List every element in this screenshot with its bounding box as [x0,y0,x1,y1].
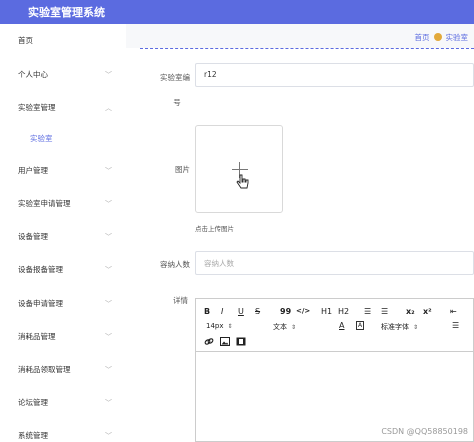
select-arrow-icon: ⇕ [227,323,233,330]
sidebar-item-consumables-pickup[interactable]: 消耗品领取管理 ﹀ [0,361,126,379]
subscript-button[interactable]: x₂ [406,307,415,316]
background-color-button[interactable]: A [356,321,365,330]
lab-number-input[interactable]: r12 [195,63,474,87]
sidebar-item-lab-application[interactable]: 实验室申请管理 ﹀ [0,195,126,213]
sidebar-item-label: 实验室 [30,134,53,143]
breadcrumb: 首页 实验室 [415,32,469,43]
sidebar-item-label: 首页 [18,36,33,45]
sidebar-item-system[interactable]: 系统管理 ﹀ [0,427,126,442]
video-icon[interactable] [236,337,246,346]
font-color-button[interactable]: A [339,321,344,330]
sidebar-item-equipment-management[interactable]: 设备管理 ﹀ [0,228,126,246]
chevron-down-icon: ﹀ [105,399,112,407]
outdent-button[interactable]: ⇤ [450,307,457,316]
upload-hint: 点击上传图片 [195,225,234,233]
capacity-input[interactable]: 容纳人数 [195,251,474,275]
font-size-select[interactable]: 14px ⇕ [206,322,233,330]
chevron-down-icon: ﹀ [105,432,112,440]
image-icon[interactable] [220,337,230,346]
lab-number-label: 实验室编 号 [140,72,190,108]
capacity-label: 容纳人数 [160,260,190,269]
sidebar-item-lab[interactable]: 实验室 [0,130,126,148]
sidebar-item-label: 实验室申请管理 [18,199,71,208]
code-button[interactable]: </> [296,307,310,315]
lab-number-value: r12 [204,70,217,79]
sidebar-item-lab-management[interactable]: 实验室管理 ︿ [0,99,126,117]
breadcrumb-current: 实验室 [445,33,469,42]
sidebar-item-personal-center[interactable]: 个人中心 ﹀ [0,66,126,84]
text-style-select[interactable]: 文本 ⇕ [273,322,296,332]
bold-button[interactable]: B [204,307,210,316]
dashed-divider [140,48,474,49]
lab-number-label-line1: 实验室编 [160,73,190,82]
select-arrow-icon: ⇕ [291,324,297,331]
italic-button[interactable]: I [221,307,223,316]
sidebar-item-label: 实验室管理 [18,103,56,112]
app-title: 实验室管理系统 [28,6,105,19]
sidebar-item-consumables[interactable]: 消耗品管理 ﹀ [0,328,126,346]
h1-button[interactable]: H1 [321,307,332,316]
chevron-down-icon: ﹀ [105,233,112,241]
link-icon[interactable] [204,337,214,346]
chevron-down-icon: ﹀ [105,71,112,79]
chevron-down-icon: ﹀ [105,266,112,274]
hand-cursor-icon [236,174,249,189]
h2-button[interactable]: H2 [338,307,349,316]
sidebar-item-label: 消耗品管理 [18,332,56,341]
chevron-down-icon: ﹀ [105,300,112,308]
sidebar-item-label: 系统管理 [18,431,48,440]
image-upload-box[interactable] [195,125,283,213]
rich-text-editor[interactable]: B I U S 99 </> H1 H2 ☰ ☰ x₂ x² ⇤ 14px ⇕ 文… [195,298,474,442]
sidebar-item-equipment-application[interactable]: 设备申请管理 ﹀ [0,295,126,313]
underline-button[interactable]: U [238,307,244,316]
text-style-value: 文本 [273,323,287,331]
sidebar-item-forum[interactable]: 论坛管理 ﹀ [0,394,126,412]
chevron-up-icon: ︿ [105,104,112,112]
top-header: 实验室管理系统 [0,0,474,24]
watermark: CSDN @QQ58850198 [381,427,468,436]
sidebar-item-label: 消耗品领取管理 [18,365,71,374]
sidebar-item-equipment-report[interactable]: 设备报备管理 ﹀ [0,261,126,279]
sidebar-item-label: 个人中心 [18,70,48,79]
details-label: 详情 [173,296,188,305]
align-icon[interactable]: ☰ [452,321,459,330]
sidebar-item-label: 论坛管理 [18,398,48,407]
plus-icon [232,169,248,170]
sidebar-item-home[interactable]: 首页 [0,32,126,50]
sidebar-item-label: 设备管理 [18,232,48,241]
editor-toolbar: B I U S 99 </> H1 H2 ☰ ☰ x₂ x² ⇤ 14px ⇕ 文… [196,299,474,352]
chevron-down-icon: ﹀ [105,333,112,341]
image-label: 图片 [175,165,190,174]
strike-button[interactable]: S [255,307,260,316]
lab-number-label-line2: 号 [173,98,181,107]
blockquote-button[interactable]: 99 [280,307,291,316]
font-family-value: 标准字体 [381,323,409,331]
sidebar-item-label: 设备报备管理 [18,265,63,274]
capacity-placeholder: 容纳人数 [204,259,234,268]
bullet-list-button[interactable]: ☰ [381,307,388,316]
breadcrumb-home[interactable]: 首页 [415,33,430,42]
chevron-down-icon: ﹀ [105,167,112,175]
chevron-down-icon: ﹀ [105,200,112,208]
font-family-select[interactable]: 标准字体 ⇕ [381,322,418,332]
superscript-button[interactable]: x² [423,307,432,316]
select-arrow-icon: ⇕ [413,324,419,331]
sidebar: 首页 个人中心 ﹀ 实验室管理 ︿ 实验室 用户管理 ﹀ 实验室申请管理 ﹀ 设… [0,24,126,442]
ordered-list-button[interactable]: ☰ [364,307,371,316]
medal-icon [433,33,442,41]
sidebar-item-user-management[interactable]: 用户管理 ﹀ [0,162,126,180]
sidebar-item-label: 设备申请管理 [18,299,63,308]
chevron-down-icon: ﹀ [105,366,112,374]
font-size-value: 14px [206,322,224,330]
sidebar-item-label: 用户管理 [18,166,48,175]
